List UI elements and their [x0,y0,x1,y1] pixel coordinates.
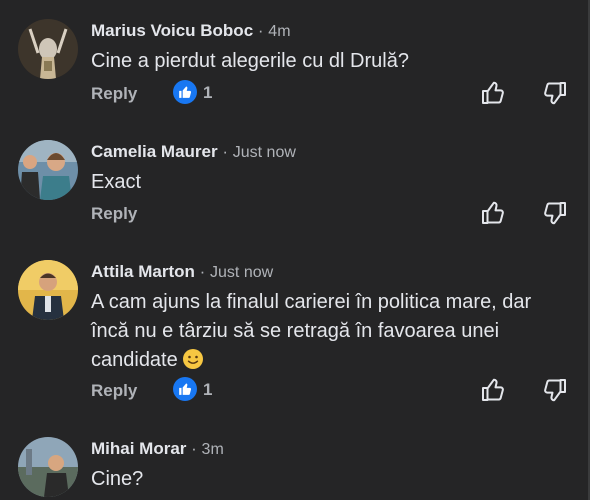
comment-text: Cine a pierdut alegerile cu dl Drulă? [91,50,409,72]
separator: · [199,262,206,281]
author-name[interactable]: Camelia Maurer [91,142,218,161]
author-name[interactable]: Mihai Morar [91,439,186,458]
comment-header: Camelia Maurer · Just now [91,142,570,163]
comment-header: Marius Voicu Boboc · 4m [91,21,570,42]
thumbs-up-icon[interactable] [480,200,506,231]
comment-header: Mihai Morar · 3m [91,439,570,460]
comment-header: Attila Marton · Just now [91,262,570,283]
like-count: 1 [203,83,213,102]
comment-text-content: A cam ajuns la finalul carierei în polit… [91,291,532,371]
comment-actions: Reply [91,200,571,230]
avatar[interactable] [18,140,78,200]
comment-actions: Reply 1 [91,80,571,110]
avatar[interactable] [18,19,78,79]
like-reaction-icon [173,377,197,401]
timestamp[interactable]: Just now [210,264,273,281]
timestamp[interactable]: Just now [233,144,296,161]
avatar[interactable] [18,260,78,320]
thumbs-up-icon[interactable] [480,377,506,408]
like-reaction-icon [173,80,197,104]
comment-text: Cine? [91,468,144,490]
slightly-smiling-face-icon [182,348,204,370]
thumbs-down-icon[interactable] [542,80,568,111]
like-count: 1 [203,380,213,399]
separator: · [257,21,264,40]
author-name[interactable]: Marius Voicu Boboc [91,21,253,40]
thumbs-up-icon[interactable] [480,80,506,111]
timestamp[interactable]: 4m [268,23,290,40]
reply-button[interactable]: Reply [91,381,137,401]
separator: · [222,142,229,161]
comment-text: A cam ajuns la finalul carierei în polit… [91,288,561,375]
separator: · [191,439,197,458]
reply-button[interactable]: Reply [91,84,137,104]
avatar[interactable] [18,437,78,497]
thumbs-down-icon[interactable] [542,200,568,231]
comment-actions: Reply 1 [91,377,571,407]
timestamp[interactable]: 3m [202,441,224,458]
thumbs-down-icon[interactable] [542,377,568,408]
reply-button[interactable]: Reply [91,204,137,224]
comment-text: Exact [91,171,142,193]
author-name[interactable]: Attila Marton [91,262,195,281]
